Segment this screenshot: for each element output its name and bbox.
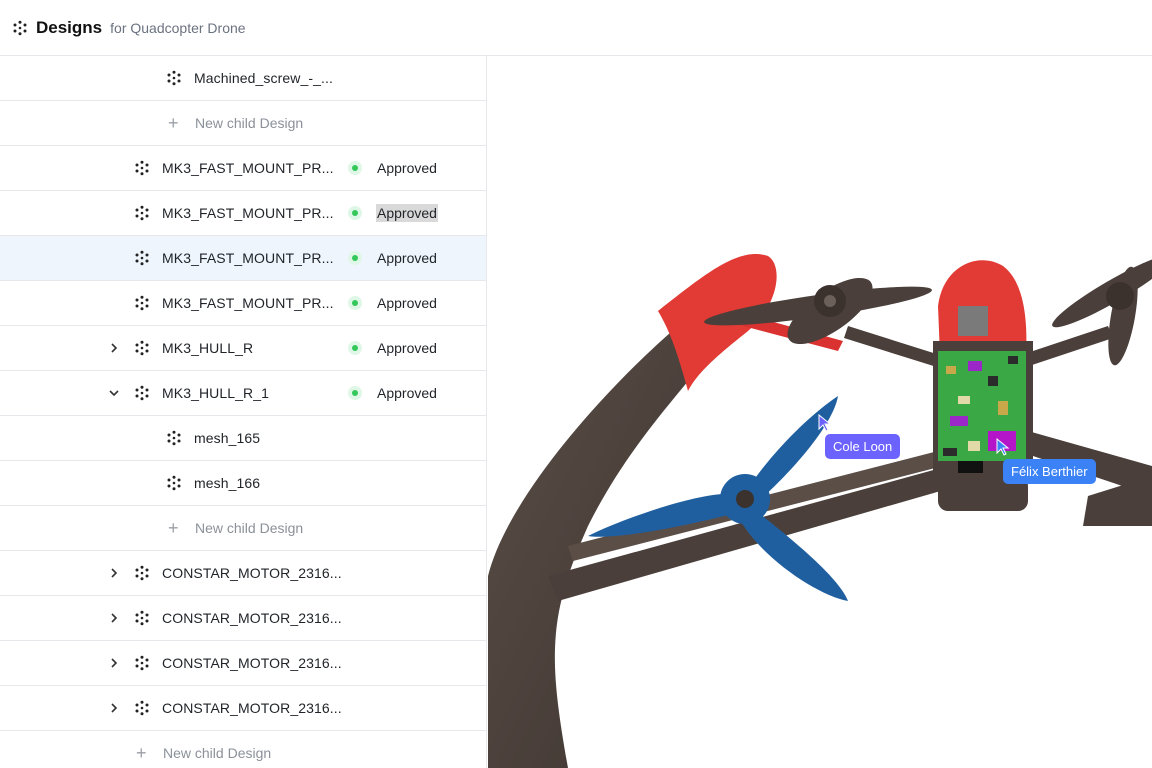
tree-row[interactable]: MK3_FAST_MOUNT_PR... Approved — [0, 191, 486, 236]
component-icon — [134, 205, 150, 221]
component-icon — [134, 295, 150, 311]
page-header: Designs for Quadcopter Drone — [0, 0, 1152, 56]
status-dot-icon — [348, 386, 362, 400]
design-name: CONSTAR_MOTOR_2316... — [162, 700, 342, 716]
component-icon — [134, 250, 150, 266]
design-tree: Machined_screw_-_... + New child Design MK3… — [0, 56, 487, 768]
cursor-icon — [818, 414, 832, 432]
component-icon — [134, 385, 150, 401]
chevron-right-icon[interactable] — [107, 341, 121, 355]
component-icon — [134, 160, 150, 176]
component-icon — [134, 655, 150, 671]
tree-row[interactable]: MK3_HULL_R Approved — [0, 326, 486, 371]
new-child-design-row[interactable]: + New child Design — [0, 731, 486, 768]
component-icon — [134, 700, 150, 716]
status-badge[interactable]: Approved — [376, 294, 438, 312]
design-name: MK3_HULL_R — [162, 340, 254, 356]
status-badge[interactable]: Approved — [376, 384, 438, 402]
design-name: CONSTAR_MOTOR_2316... — [162, 655, 342, 671]
design-name: MK3_HULL_R_1 — [162, 385, 270, 401]
tree-row[interactable]: CONSTAR_MOTOR_2316... — [0, 686, 486, 731]
plus-icon: + — [168, 518, 179, 538]
chevron-right-icon[interactable] — [107, 701, 121, 715]
new-child-design-label: New child Design — [195, 520, 304, 536]
chevron-down-icon[interactable] — [107, 386, 121, 400]
component-icon — [166, 430, 182, 446]
collaborator-tag-felix: Félix Berthier — [1003, 459, 1096, 484]
plus-icon: + — [168, 113, 179, 133]
tree-row[interactable]: MK3_FAST_MOUNT_PR... Approved — [0, 236, 486, 281]
status-dot-icon — [348, 296, 362, 310]
plus-icon: + — [136, 743, 147, 763]
new-child-design-row[interactable]: + New child Design — [0, 506, 486, 551]
collaborator-tag-cole: Cole Loon — [825, 434, 901, 459]
design-name: CONSTAR_MOTOR_2316... — [162, 610, 342, 626]
page-title: Designs — [36, 17, 103, 37]
design-name: mesh_166 — [194, 475, 261, 491]
design-name: MK3_FAST_MOUNT_PR... — [162, 250, 334, 266]
tree-row[interactable]: MK3_HULL_R_1 Approved — [0, 371, 486, 416]
drone-model[interactable] — [488, 56, 1152, 768]
tree-row[interactable]: CONSTAR_MOTOR_2316... — [0, 596, 486, 641]
design-name: Machined_screw_-_... — [194, 70, 333, 86]
component-icon — [134, 340, 150, 356]
status-dot-icon — [348, 161, 362, 175]
component-icon — [13, 20, 27, 35]
page-subtitle: for Quadcopter Drone — [110, 19, 246, 36]
new-child-design-row[interactable]: + New child Design — [0, 101, 486, 146]
design-name: MK3_FAST_MOUNT_PR... — [162, 205, 334, 221]
chevron-right-icon[interactable] — [107, 656, 121, 670]
tree-row[interactable]: MK3_FAST_MOUNT_PR... Approved — [0, 146, 486, 191]
design-name: MK3_FAST_MOUNT_PR... — [162, 295, 334, 311]
3d-viewport[interactable]: Cole Loon Félix Berthier — [488, 56, 1152, 768]
status-badge[interactable]: Approved — [376, 249, 438, 267]
status-badge[interactable]: Approved — [376, 339, 438, 357]
tree-row[interactable]: Machined_screw_-_... — [0, 56, 486, 101]
status-dot-icon — [348, 206, 362, 220]
tree-row[interactable]: mesh_166 — [0, 461, 486, 506]
tree-row[interactable]: CONSTAR_MOTOR_2316... — [0, 641, 486, 686]
frame-arm-top-left — [844, 326, 943, 368]
component-icon — [134, 565, 150, 581]
tree-row[interactable]: MK3_FAST_MOUNT_PR... Approved — [0, 281, 486, 326]
new-child-design-label: New child Design — [163, 745, 272, 761]
design-name: mesh_165 — [194, 430, 261, 446]
design-name: MK3_FAST_MOUNT_PR... — [162, 160, 334, 176]
chevron-right-icon[interactable] — [107, 566, 121, 580]
component-icon — [166, 475, 182, 491]
new-child-design-label: New child Design — [195, 115, 304, 131]
status-dot-icon — [348, 251, 362, 265]
tree-row[interactable]: CONSTAR_MOTOR_2316... — [0, 551, 486, 596]
chevron-right-icon[interactable] — [107, 611, 121, 625]
status-badge[interactable]: Approved — [376, 159, 438, 177]
status-badge[interactable]: Approved — [376, 204, 438, 222]
tree-row[interactable]: mesh_165 — [0, 416, 486, 461]
status-dot-icon — [348, 341, 362, 355]
design-name: CONSTAR_MOTOR_2316... — [162, 565, 342, 581]
cursor-icon — [996, 438, 1010, 456]
component-icon — [166, 70, 182, 86]
component-icon — [134, 610, 150, 626]
